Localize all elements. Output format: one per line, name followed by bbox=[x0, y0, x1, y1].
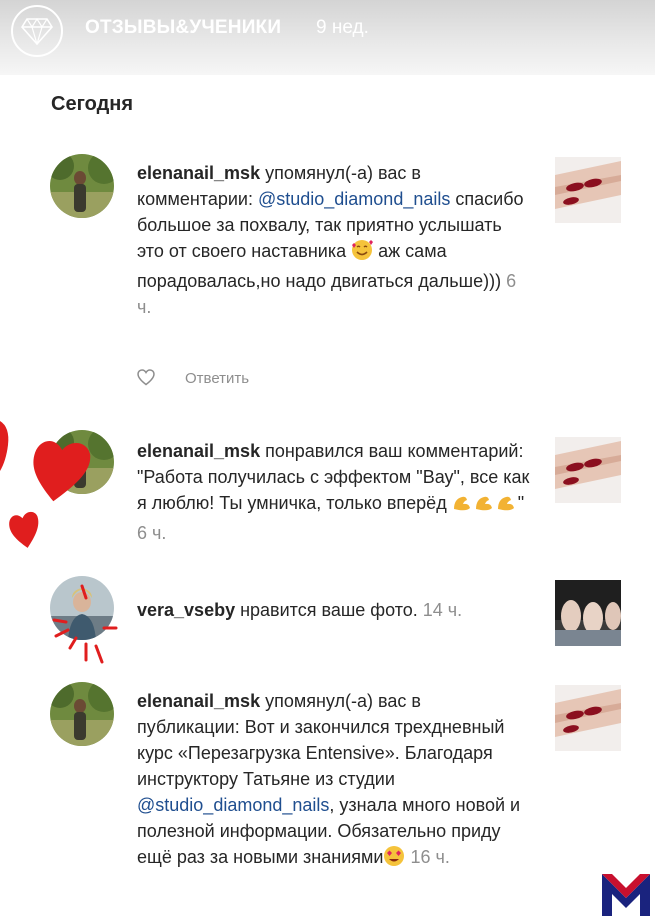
post-thumbnail-1[interactable] bbox=[555, 157, 621, 223]
red-heart-sticker bbox=[9, 511, 39, 548]
action-text: нравится ваше фото. bbox=[235, 600, 418, 620]
red-burst-sticker bbox=[52, 584, 118, 664]
story-time: 9 нед. bbox=[316, 17, 369, 38]
username[interactable]: elenanail_msk bbox=[137, 691, 260, 711]
red-heart-sticker bbox=[0, 421, 9, 471]
avatar-elenanail[interactable] bbox=[50, 154, 114, 218]
notification-4-text[interactable]: elenanail_msk упомянул(-а) вас в публика… bbox=[137, 688, 527, 874]
section-title-today: Сегодня bbox=[51, 93, 134, 115]
story-header: ОТЗЫВЫ&УЧЕНИКИ 9 нед. bbox=[0, 0, 655, 75]
username[interactable]: vera_vseby bbox=[137, 600, 235, 620]
action-text: понравился ваш комментарий: bbox=[260, 441, 524, 461]
post-thumbnail-2[interactable] bbox=[555, 437, 621, 503]
smiling-face-with-heart-eyes-icon bbox=[383, 845, 405, 874]
story-account-name[interactable]: ОТЗЫВЫ&УЧЕНИКИ bbox=[85, 17, 281, 39]
post-thumbnail-3[interactable] bbox=[555, 580, 621, 646]
mention-link[interactable]: @studio_diamond_nails bbox=[258, 189, 450, 209]
mention-link[interactable]: @studio_diamond_nails bbox=[137, 795, 329, 815]
username[interactable]: elenanail_msk bbox=[137, 441, 260, 461]
timestamp: 16 ч. bbox=[410, 847, 450, 867]
notification-3-text[interactable]: vera_vseby нравится ваше фото. 14 ч. bbox=[137, 597, 532, 623]
post-thumbnail-4[interactable] bbox=[555, 685, 621, 751]
story-avatar[interactable] bbox=[11, 5, 63, 57]
heart-outline-icon[interactable] bbox=[137, 369, 155, 386]
notification-1-text[interactable]: elenanail_msk упомянул(-а) вас в коммент… bbox=[137, 160, 532, 320]
diamond-icon bbox=[21, 17, 53, 45]
flexed-biceps-icon bbox=[452, 493, 518, 520]
brand-m-logo bbox=[602, 874, 650, 916]
comment-text-end: " bbox=[517, 493, 525, 513]
timestamp: 14 ч. bbox=[422, 600, 463, 620]
red-heart-sticker bbox=[33, 441, 91, 502]
smiling-face-with-hearts-icon bbox=[351, 239, 374, 268]
username[interactable]: elenanail_msk bbox=[137, 163, 260, 183]
avatar-elenanail[interactable] bbox=[50, 682, 114, 746]
reply-button[interactable]: Ответить bbox=[185, 370, 249, 387]
timestamp: 6 ч. bbox=[137, 523, 167, 543]
notification-2-text[interactable]: elenanail_msk понравился ваш комментарий… bbox=[137, 438, 532, 546]
